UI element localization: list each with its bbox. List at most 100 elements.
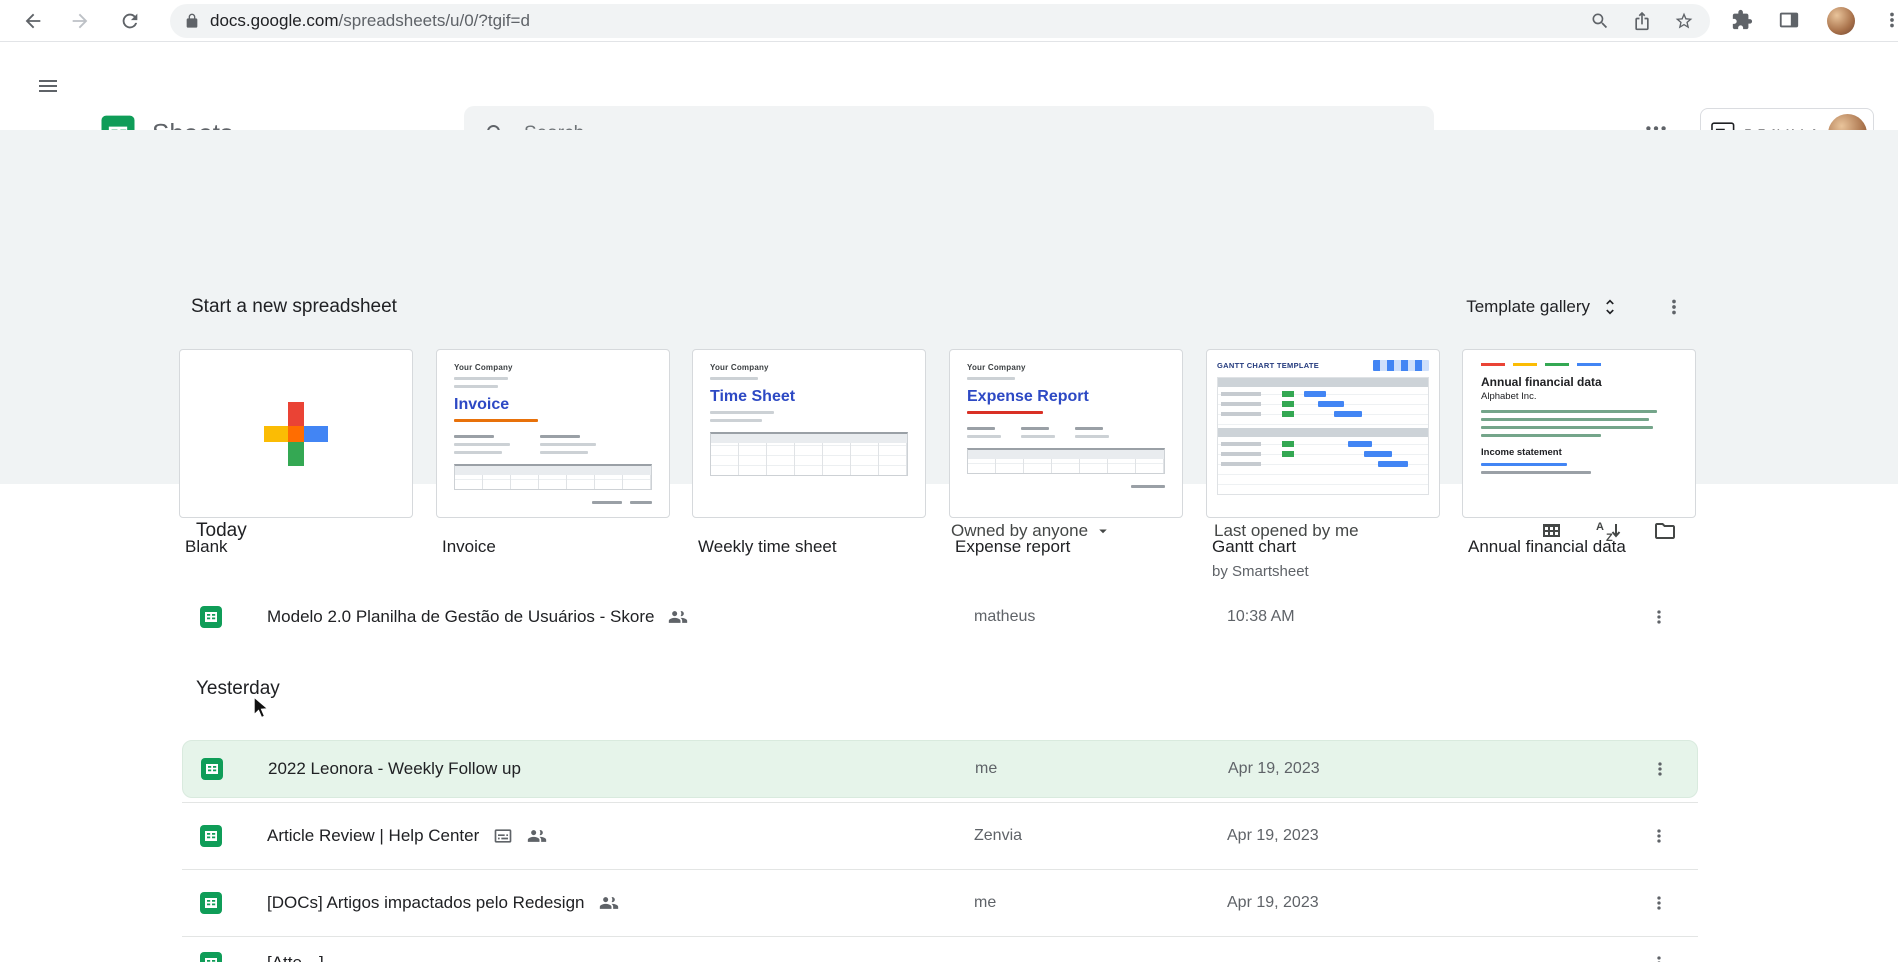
browser-menu-icon[interactable] (1881, 9, 1898, 31)
arrow-forward-icon (72, 13, 88, 29)
expense-report-thumbnail: Your Company Expense Report (950, 350, 1182, 517)
svg-text:A: A (1596, 521, 1604, 533)
owner-filter-label: Owned by anyone (951, 521, 1089, 540)
kebab-menu-icon (1657, 956, 1661, 962)
browser-reload-button[interactable] (110, 1, 150, 41)
decor-table (454, 464, 652, 490)
file-row[interactable]: Modelo 2.0 Planilha de Gestão de Usuário… (182, 583, 1698, 650)
main-menu-button[interactable] (24, 62, 72, 110)
open-file-picker-button[interactable] (1643, 509, 1687, 553)
browser-back-button[interactable] (13, 1, 53, 41)
thumb-title: Invoice (454, 396, 510, 413)
side-panel-icon[interactable] (1778, 9, 1800, 31)
file-owner: me (975, 760, 998, 777)
file-row-partial[interactable]: [Atte…] (182, 936, 1698, 962)
file-owner: Zenvia (974, 827, 1023, 844)
grid-view-button[interactable] (1529, 509, 1573, 553)
thumb-title: Time Sheet (710, 388, 796, 405)
file-date: Apr 19, 2023 (1227, 827, 1319, 844)
thumb-title: Expense Report (967, 388, 1089, 405)
file-name: Article Review | Help Center (267, 826, 480, 845)
row-menu-button[interactable] (1637, 881, 1681, 925)
template-section: Start a new spreadsheet Template gallery (0, 130, 1898, 580)
app-header: Sheets Z·E·N·V·I·A (0, 42, 1898, 162)
colored-plus-icon (264, 401, 328, 466)
row-menu-button[interactable] (1637, 941, 1681, 962)
thumb-company-name: Your Company (967, 363, 1026, 372)
kebab-menu-icon (1658, 762, 1662, 776)
template-more-options-button[interactable] (1652, 285, 1696, 329)
thumb-title: GANTT CHART TEMPLATE (1217, 361, 1320, 370)
reload-icon (122, 13, 138, 29)
sheets-home-page: docs.google.com/spreadsheets/u/0/?tgif=d… (0, 0, 1898, 962)
sheets-file-icon (201, 758, 223, 780)
file-date: Apr 19, 2023 (1228, 760, 1320, 777)
row-menu-button[interactable] (1638, 747, 1682, 791)
sheets-file-icon (200, 892, 222, 914)
sheets-file-icon (200, 952, 222, 962)
sort-last-opened[interactable]: Last opened by me (1214, 521, 1359, 541)
dropdown-arrow-icon (1099, 529, 1107, 534)
thumb-title: Annual financial data (1481, 375, 1602, 389)
row-menu-button[interactable] (1637, 595, 1681, 639)
gantt-header: GANTT CHART TEMPLATE (1217, 360, 1429, 371)
template-gallery-button[interactable]: Template gallery (1456, 289, 1630, 325)
share-icon[interactable] (1632, 11, 1652, 31)
template-card-blank[interactable] (179, 349, 413, 518)
decor-table (710, 432, 908, 476)
decor-bars (1481, 463, 1677, 474)
template-card-expense-report[interactable]: Your Company Expense Report (949, 349, 1183, 518)
sort-az-icon: AZ (1596, 521, 1621, 543)
section-title-today: Today (196, 520, 247, 541)
gantt-thumbnail: GANTT CHART TEMPLATE (1207, 350, 1439, 517)
svg-text:Z: Z (1606, 532, 1613, 543)
kebab-menu-icon (1657, 609, 1661, 624)
template-card-weekly-time-sheet[interactable]: Your Company Time Sheet (692, 349, 926, 518)
decor-legend (1373, 360, 1429, 371)
hamburger-icon (39, 80, 57, 92)
folder-icon (1655, 523, 1675, 539)
url-bar[interactable]: docs.google.com/spreadsheets/u/0/?tgif=d (170, 4, 1710, 38)
template-card-gantt-chart[interactable]: GANTT CHART TEMPLATE (1206, 349, 1440, 518)
kebab-menu-icon (1657, 896, 1661, 910)
url-text: docs.google.com/spreadsheets/u/0/?tgif=d (210, 11, 530, 30)
decor-gantt-grid (1217, 377, 1429, 495)
file-name: 2022 Leonora - Weekly Follow up (268, 759, 521, 778)
blank-thumbnail (180, 350, 412, 517)
file-row[interactable]: Article Review | Help Center Zenvia Apr … (182, 802, 1698, 869)
file-row-selected[interactable]: 2022 Leonora - Weekly Follow up me Apr 1… (182, 740, 1698, 798)
browser-forward-button[interactable] (60, 1, 100, 41)
template-card-invoice[interactable]: Your Company Invoice (436, 349, 670, 518)
browser-profile-avatar[interactable] (1827, 7, 1855, 35)
extensions-icon[interactable] (1731, 9, 1753, 31)
zoom-icon[interactable] (1590, 11, 1610, 31)
time-sheet-thumbnail: Your Company Time Sheet (693, 350, 925, 517)
section-header-yesterday: Yesterday (182, 660, 1698, 718)
unfold-more-icon (1606, 299, 1614, 315)
file-date: Apr 19, 2023 (1227, 894, 1319, 911)
file-name: [Atte…] (267, 953, 324, 962)
template-card-annual-financial-data[interactable]: Annual financial data Alphabet Inc. Inco… (1462, 349, 1696, 518)
file-name: [DOCs] Artigos impactados pelo Redesign (267, 893, 585, 912)
decor-table (967, 448, 1165, 474)
thumb-company-name: Your Company (710, 363, 769, 372)
file-row[interactable]: [DOCs] Artigos impactados pelo Redesign … (182, 869, 1698, 936)
grid-view-icon (1543, 524, 1560, 537)
secure-lock-icon (186, 13, 198, 28)
decor-columns (454, 430, 652, 454)
row-menu-button[interactable] (1637, 814, 1681, 858)
owner-filter-dropdown[interactable]: Owned by anyone (951, 521, 1112, 541)
annual-financial-thumbnail: Annual financial data Alphabet Inc. Inco… (1463, 350, 1695, 517)
template-gallery-label: Template gallery (1466, 297, 1590, 316)
decor-totals (967, 480, 1165, 488)
kebab-menu-icon (1672, 299, 1676, 315)
sort-az-button[interactable]: AZ (1586, 509, 1630, 553)
sheets-file-icon (200, 825, 222, 847)
thumb-subtitle: Alphabet Inc. (1481, 391, 1537, 402)
bookmark-star-icon[interactable] (1674, 11, 1694, 31)
thumb-section-title: Income statement (1481, 447, 1562, 458)
file-name: Modelo 2.0 Planilha de Gestão de Usuário… (267, 606, 655, 626)
decor-bars (710, 411, 908, 422)
browser-toolbar: docs.google.com/spreadsheets/u/0/?tgif=d (0, 0, 1898, 42)
template-section-title: Start a new spreadsheet (191, 296, 397, 317)
